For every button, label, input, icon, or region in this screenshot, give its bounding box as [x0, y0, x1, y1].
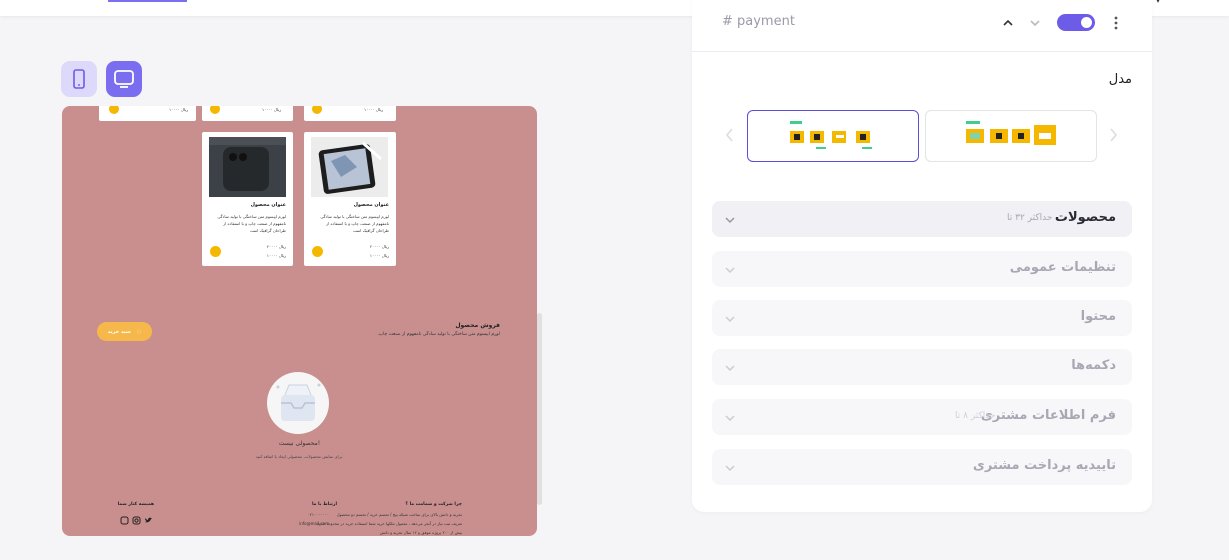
product-description: لورم ایپسوم متن ساختگی با تولید سادگی نا…: [320, 214, 389, 233]
accordion-content[interactable]: محتوا: [712, 300, 1132, 336]
monitor-icon: [114, 70, 134, 88]
empty-state-subtitle: برای نمایش محصولات، محصولی ایجاد یا اضاف…: [255, 454, 344, 459]
buy-button-label: سبد خرید: [107, 328, 131, 335]
buy-button[interactable]: سبد خرید ◌: [97, 322, 152, 341]
twitter-icon[interactable]: [144, 516, 153, 525]
product-price: ۱۰۰۰۰ ریال: [266, 253, 286, 258]
product-image: [209, 137, 286, 197]
chevron-down-icon[interactable]: [724, 264, 736, 276]
instagram-icon[interactable]: [132, 516, 141, 525]
empty-box-illustration: [267, 372, 329, 434]
product-image: [311, 137, 388, 197]
product-title: عنوان محصول: [250, 202, 286, 208]
footer-why-line: تجربه و دانش بالای برای ساخت شبکه پیج / …: [336, 512, 462, 517]
chevron-down-icon[interactable]: [724, 313, 736, 325]
active-tab-indicator: [108, 0, 187, 2]
accordion-note: حداکثر ۸ تا: [955, 411, 996, 421]
chevron-down-icon[interactable]: [1028, 16, 1042, 30]
desktop-view-button[interactable]: [106, 61, 142, 97]
product-old-price: ۲۰۰۰۰ ریال: [369, 244, 389, 249]
card-price: ۱۰۰۰۰ ریال: [169, 107, 189, 112]
chevron-down-icon[interactable]: [724, 462, 736, 474]
section-id-label: # payment: [722, 14, 795, 29]
card-price: ۱۰۰۰۰ ریال: [364, 107, 384, 112]
accordion-general-settings[interactable]: تنظیمات عمومی: [712, 251, 1132, 287]
chevron-up-icon[interactable]: [1001, 16, 1015, 30]
product-card[interactable]: عنوان محصول لورم ایپسوم متن ساختگی با تو…: [202, 132, 293, 266]
chevron-right-icon[interactable]: [1108, 127, 1118, 143]
chevron-left-icon[interactable]: [725, 127, 735, 143]
card-price: ۱۰۰۰۰ ریال: [262, 107, 282, 112]
social-links: [120, 516, 153, 525]
cart-icon[interactable]: [210, 106, 220, 114]
product-card-partial[interactable]: ۱۰۰۰۰ ریال: [202, 106, 293, 121]
phone-icon: [73, 69, 85, 89]
footer-partners-title: همیشه کنار شما: [117, 502, 154, 507]
accordion-payment-confirmation[interactable]: تاییدیه پرداخت مشتری: [712, 449, 1132, 485]
settings-panel: # payment مدل محصولات حداکثر ۳۲ تا تنظیم…: [692, 0, 1152, 512]
more-options-icon[interactable]: [1113, 15, 1119, 31]
sale-description: لورم ایپسوم متن ساختگی با تولید سادگی نا…: [377, 332, 501, 337]
product-card-partial[interactable]: ۱۰۰۰۰ ریال: [304, 106, 396, 121]
footer-why-line: تعریف ثبت نیاز در آنجر می‌دهد ، معمول مل…: [317, 521, 462, 526]
accordion-label: دکمه‌ها: [1071, 358, 1116, 373]
chevron-down-icon[interactable]: [724, 362, 736, 374]
cart-icon[interactable]: [210, 246, 221, 257]
template-option[interactable]: [925, 110, 1097, 162]
footer-why-title: چرا شرکت و شمامت ما ؟: [405, 502, 462, 507]
panel-header: # payment: [692, 0, 1152, 52]
section-visibility-toggle[interactable]: [1057, 14, 1095, 31]
chevron-down-icon[interactable]: [724, 412, 736, 424]
template-option-selected[interactable]: [747, 110, 919, 162]
accordion-customer-form[interactable]: فرم اطلاعات مشتری حداکثر ۸ تا: [712, 399, 1132, 435]
footer-contact-title: ارتباط با ما: [311, 502, 337, 507]
accordion-buttons[interactable]: دکمه‌ها: [712, 349, 1132, 385]
footer-contact-email: info@mail.com: [299, 521, 329, 526]
model-label: مدل: [1108, 72, 1132, 87]
product-description: لورم ایپسوم متن ساختگی با تولید سادگی نا…: [217, 214, 286, 233]
sale-title: فروش محصول: [455, 322, 500, 329]
top-menu-icon[interactable]: ▾: [1155, 0, 1161, 6]
footer-contact-phone: ۰۲۱۰۰۰۰۰۰۰: [307, 512, 329, 517]
chevron-down-icon[interactable]: [724, 214, 736, 226]
product-old-price: ۲۰۰۰۰ ریال: [266, 244, 286, 249]
accordion-label: تنظیمات عمومی: [1009, 260, 1116, 275]
cart-icon: ◌: [136, 328, 142, 335]
cart-icon[interactable]: [109, 106, 119, 114]
cart-icon[interactable]: [312, 106, 322, 114]
product-title: عنوان محصول: [353, 202, 389, 208]
accordion-label: فرم اطلاعات مشتری: [980, 408, 1116, 423]
empty-state-title: محصولی نیست!: [278, 440, 321, 447]
cart-icon[interactable]: [312, 246, 323, 257]
accordion-label: محصولات: [1054, 210, 1116, 225]
accordion-products[interactable]: محصولات حداکثر ۳۲ تا: [712, 201, 1132, 237]
telegram-icon[interactable]: [120, 516, 129, 525]
footer-why-line: بیش از ۲۰۰ پروژه موفق و ۱۲ سال تجربه و د…: [379, 530, 462, 535]
page-preview[interactable]: ۱۰۰۰۰ ریال ۱۰۰۰۰ ریال ۱۰۰۰۰ ریال عنوان م…: [62, 106, 537, 536]
accordion-label: محتوا: [1080, 309, 1116, 324]
preview-scrollbar[interactable]: [537, 313, 542, 505]
accordion-note: حداکثر ۳۲ تا: [1007, 213, 1053, 223]
product-card-partial[interactable]: ۱۰۰۰۰ ریال: [99, 106, 196, 121]
mobile-view-button[interactable]: [61, 61, 97, 97]
accordion-label: تاییدیه پرداخت مشتری: [972, 458, 1116, 473]
toggle-knob: [1081, 17, 1092, 28]
product-card[interactable]: عنوان محصول لورم ایپسوم متن ساختگی با تو…: [304, 132, 396, 266]
product-price: ۱۰۰۰۰ ریال: [369, 253, 389, 258]
